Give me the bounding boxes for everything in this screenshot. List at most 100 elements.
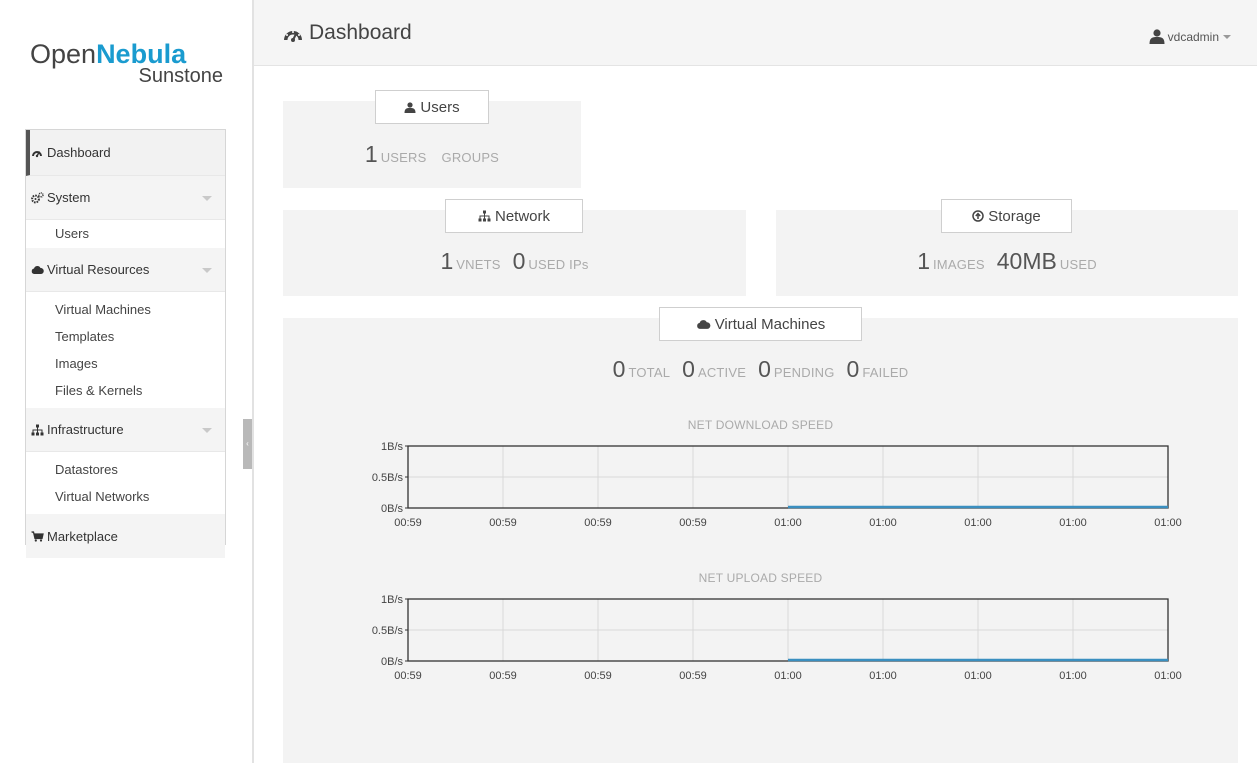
sidebar-item-label: System bbox=[47, 190, 91, 205]
vm-panel: Virtual Machines 0 TOTAL 0 ACTIVE 0 PENDING 0 F… bbox=[283, 307, 1238, 763]
chevron-down-icon[interactable] bbox=[202, 268, 212, 273]
sidebar-item-label: Marketplace bbox=[47, 528, 118, 544]
vm-failed-label[interactable]: FAILED bbox=[862, 365, 908, 380]
images-label[interactable]: IMAGES bbox=[933, 257, 985, 272]
y-tick-label: 0.5B/s bbox=[372, 472, 404, 484]
x-tick-label: 00:59 bbox=[394, 517, 422, 529]
used-size: 40MB bbox=[996, 248, 1057, 274]
sidebar-item-images[interactable]: Images bbox=[26, 350, 225, 377]
users-panel-button[interactable]: Users bbox=[375, 90, 489, 124]
network-panel: Network 1 VNETS 0 USED IPs bbox=[283, 199, 746, 296]
x-tick-label: 01:00 bbox=[774, 670, 802, 682]
page-title-text: Dashboard bbox=[309, 21, 412, 44]
sidebar-item-datastores[interactable]: Datastores bbox=[26, 456, 225, 483]
sidebar-item-infrastructure[interactable]: Infrastructure bbox=[26, 408, 225, 452]
vm-pending-label[interactable]: PENDING bbox=[774, 365, 835, 380]
network-panel-button[interactable]: Network bbox=[445, 199, 583, 233]
storage-panel-button[interactable]: Storage bbox=[941, 199, 1072, 233]
sidebar-collapse-handle[interactable]: ‹ bbox=[243, 419, 252, 469]
x-tick-label: 00:59 bbox=[584, 517, 612, 529]
sidebar-nav: Dashboard System Users Virtual Resources… bbox=[25, 129, 226, 558]
vm-stats: 0 TOTAL 0 ACTIVE 0 PENDING 0 FAILED bbox=[283, 356, 1238, 383]
user-icon bbox=[404, 101, 416, 113]
users-label[interactable]: USERS bbox=[381, 150, 427, 165]
vm-active-label[interactable]: ACTIVE bbox=[698, 365, 746, 380]
sidebar-item-label: Virtual Resources bbox=[47, 262, 150, 277]
x-tick-label: 01:00 bbox=[1154, 670, 1182, 682]
y-tick-label: 0B/s bbox=[381, 503, 404, 515]
sidebar-divider bbox=[252, 0, 254, 763]
sidebar-item-users[interactable]: Users bbox=[26, 220, 225, 248]
page-title: Dashboard bbox=[283, 21, 412, 45]
shopping-cart-icon bbox=[30, 529, 44, 543]
groups-label[interactable]: GROUPS bbox=[442, 150, 500, 165]
x-tick-label: 01:00 bbox=[1059, 517, 1087, 529]
storage-stats: 1 IMAGES 40MB USED bbox=[776, 248, 1238, 275]
vm-total-count: 0 bbox=[612, 356, 626, 382]
sidebar-item-dashboard[interactable]: Dashboard bbox=[26, 130, 225, 176]
sidebar-item-virtual-machines[interactable]: Virtual Machines bbox=[26, 296, 225, 323]
x-tick-label: 00:59 bbox=[679, 517, 707, 529]
sidebar-item-system[interactable]: System bbox=[26, 176, 225, 220]
user-name: vdcadmin bbox=[1167, 29, 1219, 44]
chevron-down-icon[interactable] bbox=[202, 428, 212, 433]
sidebar-item-virtual-networks[interactable]: Virtual Networks bbox=[26, 483, 225, 510]
sitemap-icon bbox=[478, 210, 491, 222]
x-tick-label: 01:00 bbox=[869, 670, 897, 682]
users-stats: 1 USERS GROUPS bbox=[283, 141, 581, 168]
y-tick-label: 1B/s bbox=[381, 594, 404, 606]
x-tick-label: 01:00 bbox=[1154, 517, 1182, 529]
x-tick-label: 01:00 bbox=[964, 670, 992, 682]
y-tick-label: 0B/s bbox=[381, 656, 404, 668]
x-tick-label: 01:00 bbox=[869, 517, 897, 529]
vnets-label[interactable]: VNETS bbox=[456, 257, 500, 272]
sidebar-item-templates[interactable]: Templates bbox=[26, 323, 225, 350]
used-size-label: USED bbox=[1059, 257, 1097, 272]
vm-total-label[interactable]: TOTAL bbox=[628, 365, 670, 380]
used-ips-label[interactable]: USED IPs bbox=[528, 257, 588, 272]
upload-speed-chart: 1B/s 0.5B/s 0B/s 00:59 00:59 00:59 00:59 01:00 0… bbox=[372, 594, 1182, 682]
user-menu[interactable]: vdcadmin bbox=[1149, 29, 1231, 44]
sidebar-item-virtual-resources[interactable]: Virtual Resources bbox=[26, 248, 225, 292]
download-speed-chart: 1B/s 0.5B/s 0B/s 00:59 00:59 00:59 00:59 01:00 0… bbox=[372, 441, 1182, 529]
vm-pending-count: 0 bbox=[758, 356, 771, 382]
users-panel-title: Users bbox=[420, 98, 460, 116]
user-icon bbox=[1149, 29, 1165, 44]
logo-open-text: Open bbox=[30, 39, 97, 69]
used-ips-count: 0 bbox=[512, 248, 526, 274]
dashboard-icon bbox=[283, 25, 303, 42]
cloud-icon bbox=[696, 319, 711, 330]
caret-down-icon bbox=[1223, 34, 1231, 39]
storage-panel-title: Storage bbox=[988, 207, 1041, 225]
network-stats: 1 VNETS 0 USED IPs bbox=[283, 248, 746, 275]
sidebar-item-files-kernels[interactable]: Files & Kernels bbox=[26, 377, 225, 404]
x-tick-label: 00:59 bbox=[679, 670, 707, 682]
sidebar-item-marketplace[interactable]: Marketplace bbox=[26, 514, 225, 558]
chevron-down-icon[interactable] bbox=[202, 196, 212, 201]
x-tick-label: 00:59 bbox=[584, 670, 612, 682]
top-header: Dashboard vdcadmin bbox=[254, 0, 1257, 66]
x-tick-label: 01:00 bbox=[774, 517, 802, 529]
x-tick-label: 00:59 bbox=[394, 670, 422, 682]
y-tick-label: 1B/s bbox=[381, 441, 404, 453]
x-tick-label: 01:00 bbox=[964, 517, 992, 529]
cogs-icon bbox=[30, 191, 44, 205]
sidebar: OpenNebula Sunstone Dashboard System Use… bbox=[0, 0, 252, 763]
dashboard-icon bbox=[30, 146, 44, 160]
users-panel: Users 1 USERS GROUPS bbox=[283, 90, 581, 188]
vm-failed-count: 0 bbox=[846, 356, 860, 382]
x-tick-label: 00:59 bbox=[489, 670, 517, 682]
vm-panel-button[interactable]: Virtual Machines bbox=[659, 307, 862, 341]
sidebar-item-label: Infrastructure bbox=[47, 422, 124, 437]
download-chart-title: NET DOWNLOAD SPEED bbox=[687, 418, 834, 432]
app-logo[interactable]: OpenNebula Sunstone bbox=[30, 39, 225, 87]
sitemap-icon bbox=[30, 423, 44, 437]
vm-active-count: 0 bbox=[682, 356, 695, 382]
images-count: 1 bbox=[917, 248, 930, 274]
upload-chart-title: NET UPLOAD SPEED bbox=[698, 571, 823, 585]
cloud-icon bbox=[30, 263, 44, 277]
vnets-count: 1 bbox=[440, 248, 454, 274]
users-count: 1 bbox=[364, 141, 378, 167]
storage-panel: Storage 1 IMAGES 40MB USED bbox=[776, 199, 1238, 296]
upload-circle-icon bbox=[972, 210, 984, 222]
